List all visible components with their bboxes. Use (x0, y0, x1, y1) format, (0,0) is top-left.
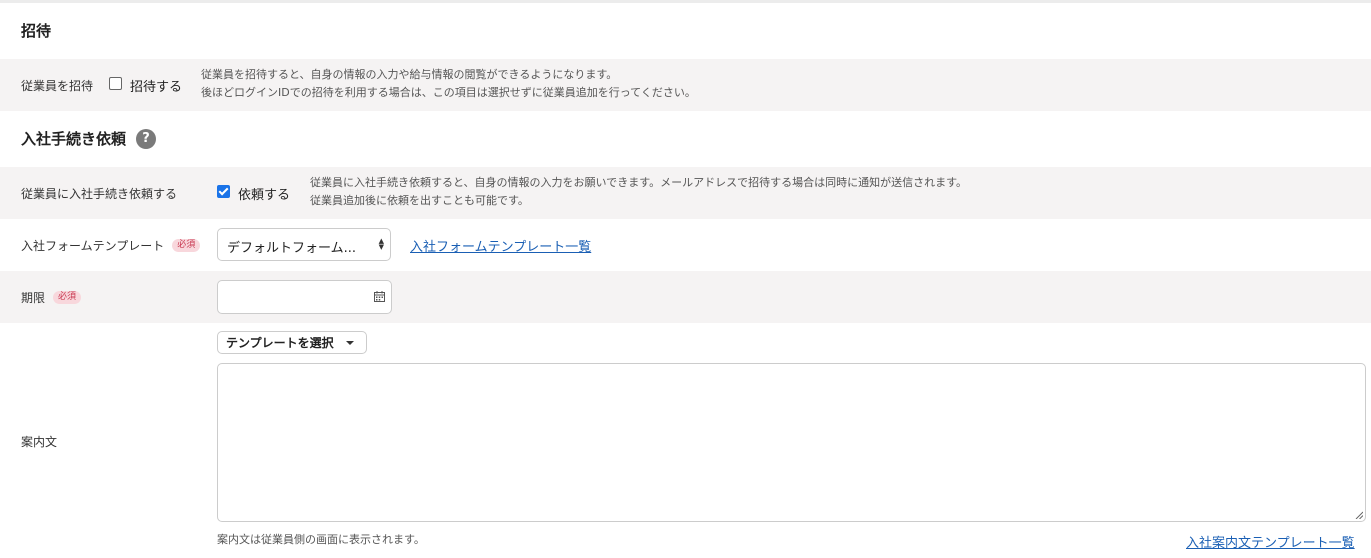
invite-checkbox-label[interactable]: 招待する (130, 76, 182, 95)
guidance-label: 案内文 (21, 435, 58, 449)
onboarding-title-text: 入社手続き依頼 (21, 130, 127, 148)
invite-checkbox[interactable] (109, 77, 122, 90)
guidance-note: 案内文は従業員側の画面に表示されます。 (217, 533, 425, 546)
invite-description-line2: 後ほどログインIDでの招待を利用する場合は、この項目は選択せずに従業員追加を行っ… (201, 86, 696, 99)
onboarding-request-label: 従業員に入社手続き依頼する (21, 187, 178, 201)
invite-row: 従業員を招待 招待する 従業員を招待すると、自身の情報の入力や給与情報の閲覧がで… (0, 59, 1371, 111)
invite-description: 従業員を招待すると、自身の情報の入力や給与情報の閲覧ができるようになります。 後… (201, 66, 696, 102)
help-icon[interactable]: ? (136, 128, 157, 149)
form-template-row: 入社フォームテンプレート 必須 (0, 219, 1371, 271)
onboarding-description-line2: 従業員追加後に依頼を出すことも可能です。 (310, 194, 529, 207)
guidance-template-list-link[interactable]: 入社案内文テンプレート一覧 (1186, 532, 1355, 551)
onboarding-request-checkbox[interactable] (217, 185, 230, 198)
required-badge: 必須 (172, 239, 201, 252)
select-arrows-icon: ▲ ▼ (378, 237, 384, 251)
form-template-label-text: 入社フォームテンプレート (21, 239, 165, 253)
top-divider (0, 0, 1371, 3)
guidance-textarea[interactable] (217, 363, 1366, 522)
select-template-button[interactable]: テンプレートを選択 (217, 331, 367, 354)
calendar-icon[interactable] (374, 291, 385, 302)
onboarding-description-line1: 従業員に入社手続き依頼すると、自身の情報の入力をお願いできます。メールアドレスで… (310, 176, 968, 189)
form-template-label: 入社フォームテンプレート 必須 (21, 237, 201, 254)
deadline-label: 期限 必須 (21, 289, 82, 306)
required-badge: 必須 (53, 291, 82, 304)
deadline-row: 期限 必須 (0, 271, 1371, 323)
invite-title-text: 招待 (21, 22, 52, 40)
onboarding-request-row: 従業員に入社手続き依頼する 依頼する 従業員に入社手続き依頼すると、自身の情報の… (0, 167, 1371, 219)
invite-description-line1: 従業員を招待すると、自身の情報の入力や給与情報の閲覧ができるようになります。 (201, 68, 618, 81)
deadline-label-text: 期限 (21, 291, 46, 305)
invite-row-label: 従業員を招待 (21, 79, 94, 93)
onboarding-request-checkbox-label[interactable]: 依頼する (238, 184, 290, 203)
form-template-select[interactable]: デフォルトフォーム... ▲ ▼ (217, 228, 391, 261)
resize-handle-icon[interactable] (1355, 511, 1363, 519)
caret-down-icon (346, 341, 354, 345)
form-template-list-link[interactable]: 入社フォームテンプレート一覧 (410, 236, 591, 255)
select-template-button-label: テンプレートを選択 (226, 336, 334, 350)
onboarding-section-title: 入社手続き依頼 ? (21, 128, 157, 149)
deadline-date-input[interactable] (217, 280, 392, 314)
onboarding-request-description: 従業員に入社手続き依頼すると、自身の情報の入力をお願いできます。メールアドレスで… (310, 174, 967, 210)
invite-section-title: 招待 (21, 20, 51, 41)
form-template-selected-value: デフォルトフォーム... (227, 241, 357, 256)
